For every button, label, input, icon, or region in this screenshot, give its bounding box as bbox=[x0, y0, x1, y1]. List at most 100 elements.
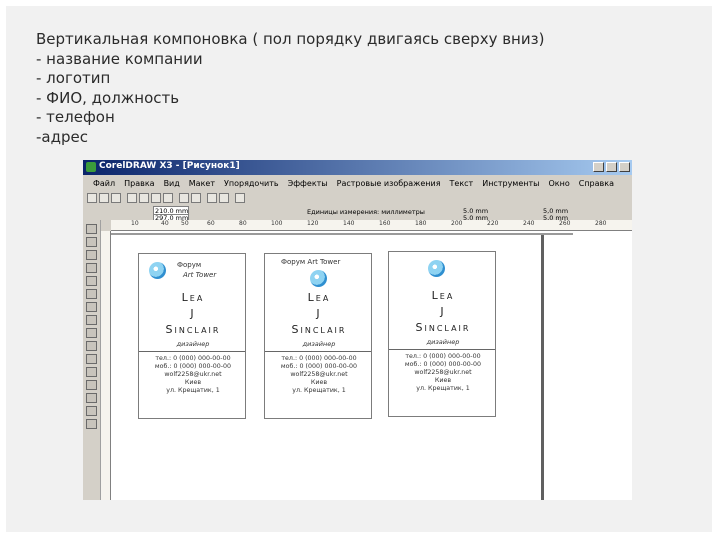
menu-help[interactable]: Справка bbox=[579, 179, 614, 188]
business-card-3[interactable]: Lea J Sinclair дизайнер тел.: 0 (000) 00… bbox=[388, 251, 496, 417]
ruler-tick: 50 bbox=[181, 220, 189, 227]
menu-edit[interactable]: Правка bbox=[124, 179, 154, 188]
toolbox bbox=[83, 220, 101, 500]
paste-icon[interactable] bbox=[163, 193, 173, 203]
last-name: Sinclair bbox=[291, 323, 347, 336]
polygon-tool-icon[interactable] bbox=[86, 328, 97, 338]
crop-tool-icon[interactable] bbox=[86, 250, 97, 260]
menu-bitmaps[interactable]: Растровые изображения bbox=[337, 179, 441, 188]
first-name: Lea bbox=[431, 289, 455, 302]
redo-icon[interactable] bbox=[191, 193, 201, 203]
eyedropper-tool-icon[interactable] bbox=[86, 380, 97, 390]
ruler-tick: 280 bbox=[595, 220, 607, 227]
undo-icon[interactable] bbox=[179, 193, 189, 203]
vertical-ruler bbox=[100, 231, 111, 500]
text-tool-icon[interactable] bbox=[86, 354, 97, 364]
logo-icon bbox=[149, 262, 166, 279]
maximize-button[interactable] bbox=[606, 162, 617, 172]
middle-initial: J bbox=[190, 307, 196, 320]
job-title: дизайнер bbox=[176, 340, 210, 348]
export-icon[interactable] bbox=[219, 193, 229, 203]
card-divider bbox=[139, 351, 245, 352]
smart-fill-tool-icon[interactable] bbox=[86, 289, 97, 299]
menu-effects[interactable]: Эффекты bbox=[288, 179, 328, 188]
drawing-canvas[interactable]: Форум Art Tower Lea J Sinclair дизайнер … bbox=[111, 231, 632, 500]
slide-bullet-company: - название компании bbox=[36, 49, 203, 68]
new-icon[interactable] bbox=[87, 193, 97, 203]
menu-file[interactable]: Файл bbox=[93, 179, 115, 188]
last-name: Sinclair bbox=[165, 323, 221, 336]
business-card-1[interactable]: Форум Art Tower Lea J Sinclair дизайнер … bbox=[138, 253, 246, 419]
rectangle-tool-icon[interactable] bbox=[86, 302, 97, 312]
zoom-icon[interactable] bbox=[235, 193, 245, 203]
interactive-fill-tool-icon[interactable] bbox=[86, 419, 97, 429]
window-controls bbox=[593, 162, 630, 172]
units-selector[interactable]: Единицы измерения: миллиметры bbox=[307, 208, 425, 216]
ruler-tick: 120 bbox=[307, 220, 319, 227]
menu-view[interactable]: Вид bbox=[164, 179, 180, 188]
minimize-button[interactable] bbox=[593, 162, 604, 172]
menu-tools[interactable]: Инструменты bbox=[482, 179, 539, 188]
ruler-tick: 180 bbox=[415, 220, 427, 227]
copy-icon[interactable] bbox=[151, 193, 161, 203]
ruler-tick: 60 bbox=[207, 220, 215, 227]
print-icon[interactable] bbox=[127, 193, 137, 203]
last-name: Sinclair bbox=[415, 321, 471, 334]
interactive-blend-tool-icon[interactable] bbox=[86, 367, 97, 377]
window-title: CorelDRAW X3 - [Рисунок1] bbox=[99, 161, 240, 171]
save-icon[interactable] bbox=[111, 193, 121, 203]
ruler-tick: 220 bbox=[487, 220, 499, 227]
window-titlebar: CorelDRAW X3 - [Рисунок1] bbox=[83, 160, 632, 175]
shape-tool-icon[interactable] bbox=[86, 237, 97, 247]
coreldraw-app-icon bbox=[86, 162, 96, 172]
horizontal-ruler: 10 40 50 60 80 100 120 140 160 180 200 2… bbox=[111, 220, 632, 231]
slide-bullet-address: -адрес bbox=[36, 127, 88, 146]
ruler-tick: 80 bbox=[239, 220, 247, 227]
contact-street: ул. Крещатик, 1 bbox=[166, 387, 220, 394]
menu-window[interactable]: Окно bbox=[548, 179, 569, 188]
zoom-tool-icon[interactable] bbox=[86, 263, 97, 273]
slide-bullet-logo: - логотип bbox=[36, 69, 111, 87]
card-divider bbox=[389, 349, 495, 350]
outline-tool-icon[interactable] bbox=[86, 393, 97, 403]
first-name: Lea bbox=[307, 291, 331, 304]
page-border-top bbox=[111, 233, 573, 235]
basic-shapes-tool-icon[interactable] bbox=[86, 341, 97, 351]
job-title: дизайнер bbox=[426, 338, 460, 346]
ruler-tick: 40 bbox=[161, 220, 169, 227]
company-name: Форум bbox=[177, 261, 202, 269]
logo-icon bbox=[428, 260, 445, 277]
menu-bar: Файл Правка Вид Макет Упорядочить Эффект… bbox=[83, 176, 632, 190]
page-shadow bbox=[541, 235, 544, 500]
pick-tool-icon[interactable] bbox=[86, 224, 97, 234]
menu-arrange[interactable]: Упорядочить bbox=[224, 179, 279, 188]
middle-initial: J bbox=[316, 307, 322, 320]
slide-text: Вертикальная компоновка ( пол порядку дв… bbox=[36, 30, 544, 147]
slide-bullet-phone: - телефон bbox=[36, 108, 115, 126]
ellipse-tool-icon[interactable] bbox=[86, 315, 97, 325]
first-name: Lea bbox=[181, 291, 205, 304]
company-name: Форум Art Tower bbox=[281, 258, 341, 266]
menu-text[interactable]: Текст bbox=[450, 179, 474, 188]
logo-icon bbox=[310, 270, 327, 287]
fill-tool-icon[interactable] bbox=[86, 406, 97, 416]
import-icon[interactable] bbox=[207, 193, 217, 203]
business-card-2[interactable]: Форум Art Tower Lea J Sinclair дизайнер … bbox=[264, 253, 372, 419]
coreldraw-screenshot: CorelDRAW X3 - [Рисунок1] Файл Правка Ви… bbox=[83, 160, 632, 500]
ruler-tick: 100 bbox=[271, 220, 283, 227]
ruler-tick: 260 bbox=[559, 220, 571, 227]
middle-initial: J bbox=[440, 305, 446, 318]
slide-background: Вертикальная компоновка ( пол порядку дв… bbox=[6, 6, 712, 532]
open-icon[interactable] bbox=[99, 193, 109, 203]
menu-layout[interactable]: Макет bbox=[189, 179, 215, 188]
cut-icon[interactable] bbox=[139, 193, 149, 203]
ruler-tick: 160 bbox=[379, 220, 391, 227]
freehand-tool-icon[interactable] bbox=[86, 276, 97, 286]
close-button[interactable] bbox=[619, 162, 630, 172]
contact-street: ул. Крещатик, 1 bbox=[416, 385, 470, 392]
slide-bullet-name: - ФИО, должность bbox=[36, 88, 180, 107]
job-title: дизайнер bbox=[302, 340, 336, 348]
card-divider bbox=[265, 351, 371, 352]
company-name-line2: Art Tower bbox=[183, 271, 217, 279]
ruler-tick: 240 bbox=[523, 220, 535, 227]
